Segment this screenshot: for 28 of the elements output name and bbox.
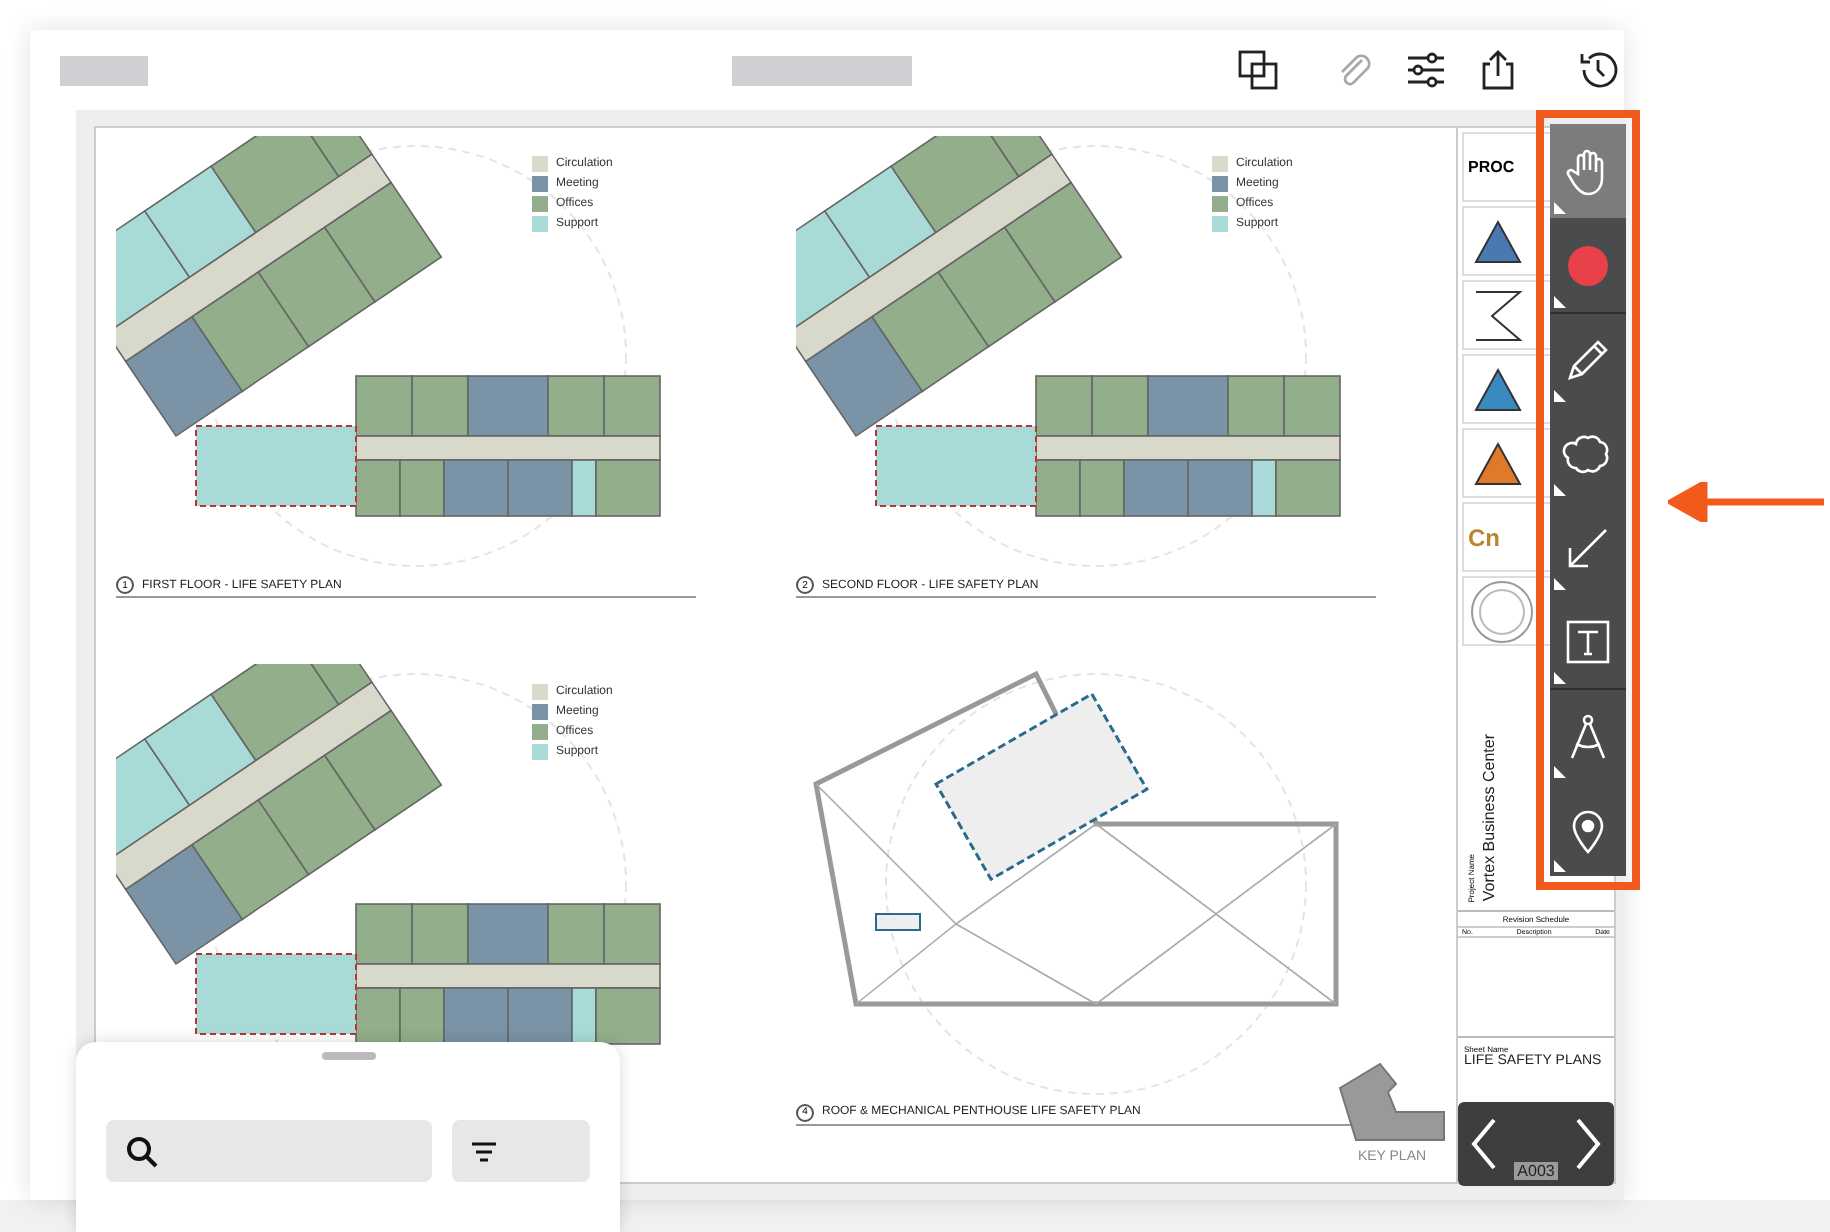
pan-tool[interactable]: [1550, 124, 1626, 218]
corner-triangle-icon: [1554, 202, 1566, 214]
title-placeholder: [60, 55, 149, 85]
next-sheet-button[interactable]: [1574, 1116, 1602, 1172]
pencil-tool[interactable]: [1550, 312, 1626, 406]
search-icon: [126, 1135, 158, 1167]
search-field[interactable]: [106, 1120, 432, 1182]
corner-triangle-icon: [1554, 672, 1566, 684]
history-icon: [1576, 48, 1620, 92]
corner-triangle-icon: [1554, 296, 1566, 308]
text-box-icon: [1562, 615, 1614, 667]
measure-tool[interactable]: [1550, 688, 1626, 782]
chevron-left-icon: [1470, 1116, 1498, 1172]
sheet-number: A003: [1513, 1162, 1559, 1180]
previous-sheet-button[interactable]: [1470, 1116, 1498, 1172]
sliders-icon: [1404, 48, 1448, 92]
corner-triangle-icon: [1554, 860, 1566, 872]
corner-triangle-icon: [1554, 766, 1566, 778]
filter-icon: [472, 1141, 496, 1161]
chevron-right-icon: [1574, 1116, 1602, 1172]
corner-triangle-icon: [1554, 578, 1566, 590]
corner-triangle-icon: [1554, 390, 1566, 402]
project-name: Vortex Business Center: [1480, 734, 1498, 902]
pointer-arrow-icon: [1668, 482, 1828, 522]
copy-icon: [1236, 48, 1280, 92]
corner-triangle-icon: [1554, 484, 1566, 496]
filter-button[interactable]: [452, 1120, 590, 1182]
drag-handle[interactable]: [321, 1052, 375, 1060]
